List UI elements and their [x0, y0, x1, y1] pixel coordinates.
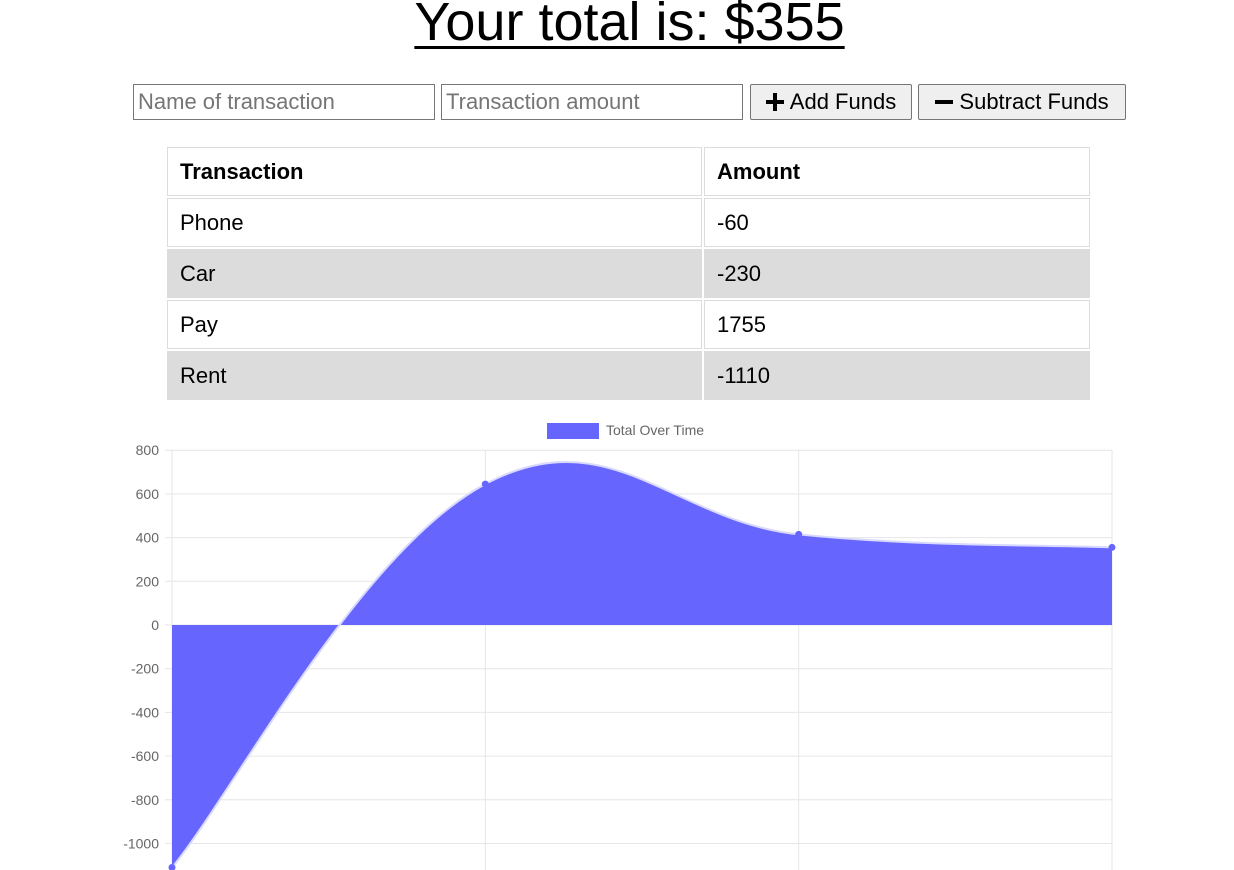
y-tick-label: -200 — [131, 661, 159, 677]
minus-icon — [935, 93, 954, 111]
transaction-amount-input[interactable] — [441, 84, 743, 120]
y-tick-label: 0 — [151, 617, 159, 633]
chart-legend: Total Over Time — [547, 422, 704, 439]
y-tick-label: 400 — [136, 530, 160, 546]
transaction-name-cell: Rent — [167, 351, 702, 400]
transaction-amount-cell: -230 — [704, 249, 1090, 298]
y-tick-label: -800 — [131, 792, 159, 808]
column-header-transaction: Transaction — [167, 147, 702, 196]
transaction-name-cell: Car — [167, 249, 702, 298]
table-header-row: Transaction Amount — [167, 147, 1090, 196]
y-axis-ticks: 800 600 400 200 0 -200 -400 -600 -800 -1000 — [123, 442, 159, 851]
transaction-amount-cell: -1110 — [704, 351, 1090, 400]
legend-label: Total Over Time — [606, 422, 704, 438]
transactions-table: Transaction Amount Phone -60 Car -230 Pa… — [165, 145, 1092, 402]
subtract-funds-button[interactable]: Subtract Funds — [918, 84, 1126, 120]
plus-icon — [765, 93, 784, 111]
y-tick-label: 600 — [136, 486, 160, 502]
total-over-time-chart: 800 600 400 200 0 -200 -400 -600 -800 -1000 Total… — [123, 422, 1116, 870]
data-point — [1108, 543, 1116, 551]
add-funds-button[interactable]: Add Funds — [750, 84, 912, 120]
transaction-name-input[interactable] — [133, 84, 435, 120]
transaction-amount-cell: -60 — [704, 198, 1090, 247]
series-area-total-over-time — [172, 461, 1112, 868]
y-tick-label: -1000 — [123, 836, 159, 852]
table-row: Rent -1110 — [167, 351, 1090, 400]
column-header-amount: Amount — [704, 147, 1090, 196]
data-point — [481, 480, 489, 488]
total-heading: Your total is: $355 — [414, 0, 845, 52]
transaction-amount-cell: 1755 — [704, 300, 1090, 349]
transaction-name-cell: Pay — [167, 300, 702, 349]
chart-area-layer — [168, 461, 1116, 870]
legend-swatch[interactable] — [547, 423, 599, 439]
y-tick-label: 800 — [136, 442, 160, 458]
y-tick-label: -600 — [131, 748, 159, 764]
table-row: Car -230 — [167, 249, 1090, 298]
table-row: Phone -60 — [167, 198, 1090, 247]
y-tick-label: 200 — [136, 573, 160, 589]
data-point — [795, 530, 803, 538]
y-tick-label: -400 — [131, 704, 159, 720]
transaction-name-cell: Phone — [167, 198, 702, 247]
add-funds-label: Add Funds — [789, 89, 897, 114]
subtract-funds-label: Subtract Funds — [959, 89, 1109, 114]
table-row: Pay 1755 — [167, 300, 1090, 349]
